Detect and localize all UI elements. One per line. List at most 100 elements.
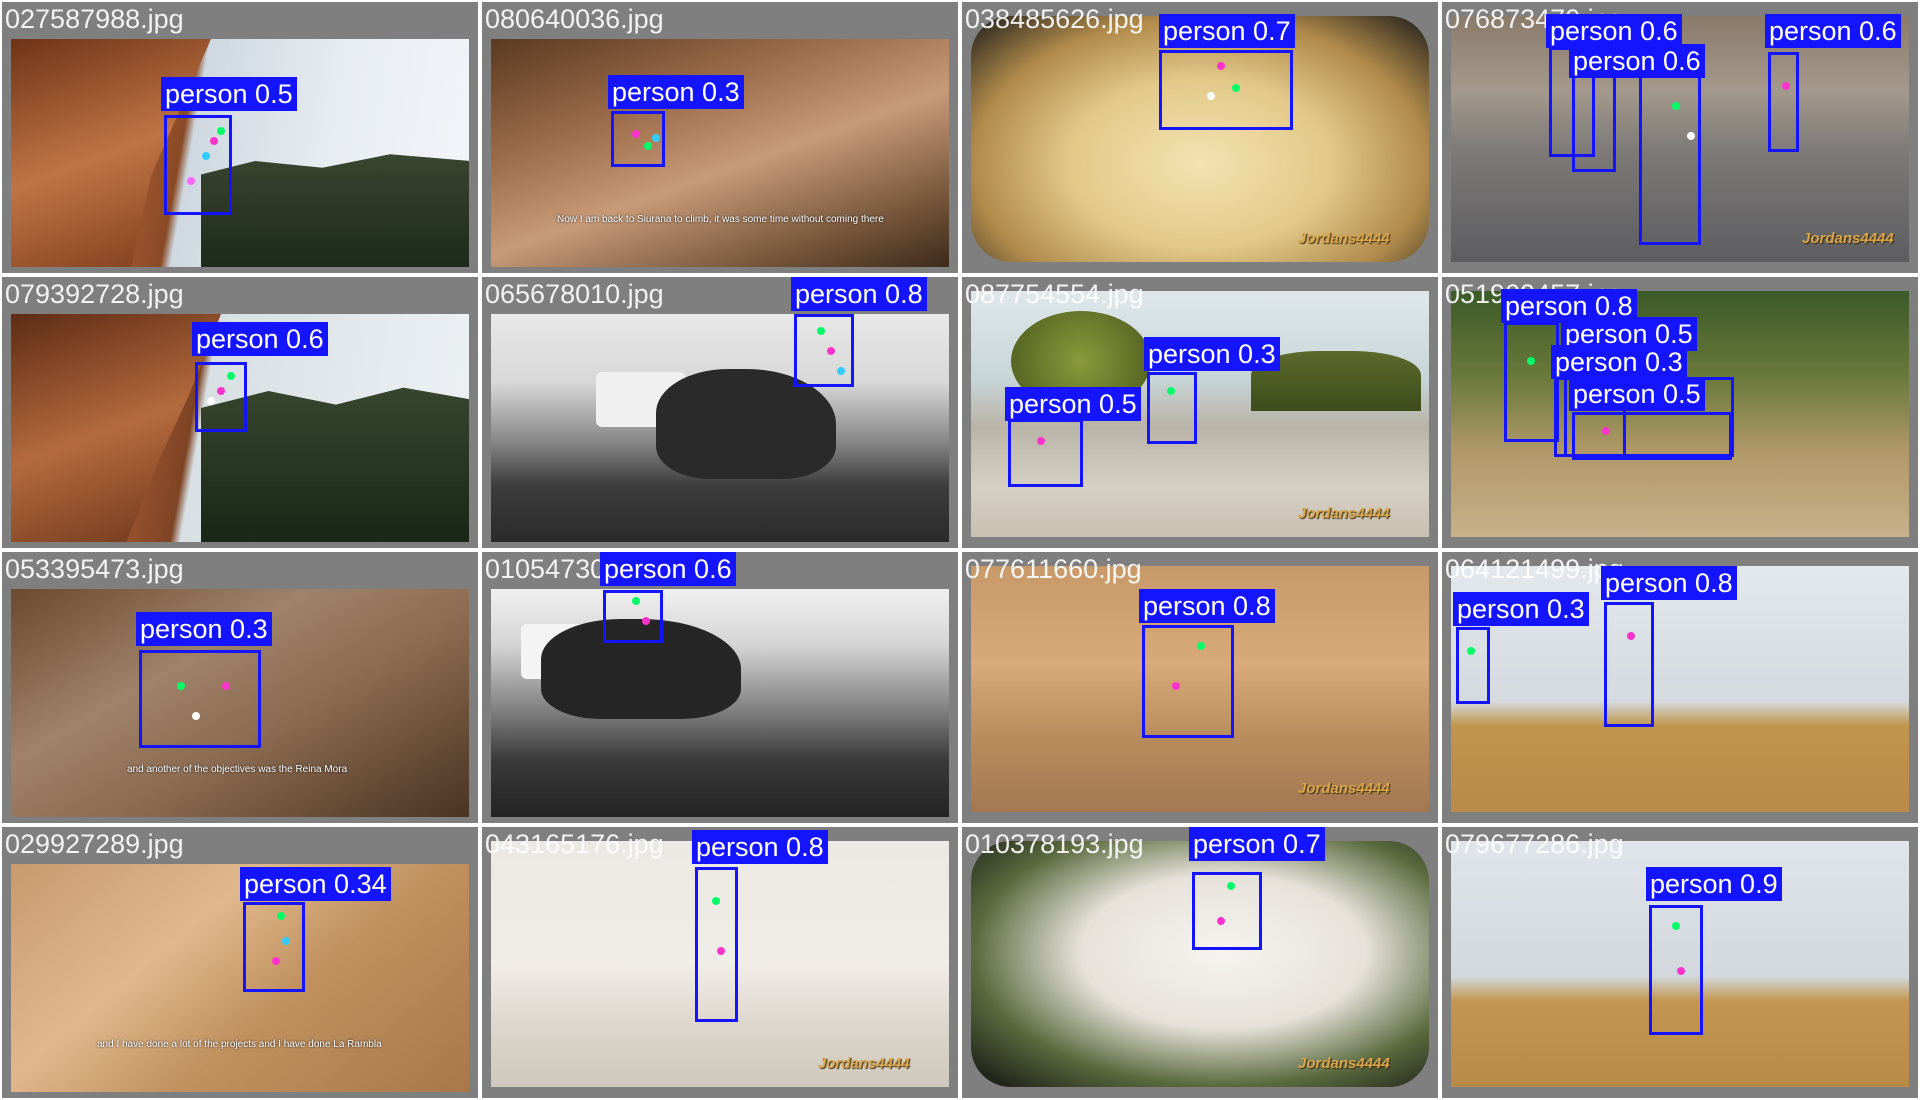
keypoint [272,957,280,965]
keypoint [632,130,640,138]
keypoint [187,177,195,185]
keypoint [222,682,230,690]
detection-label: person 0.6 [1546,14,1682,48]
keypoint [210,137,218,145]
keypoint [217,127,225,135]
keypoint [1207,92,1215,100]
keypoint [1167,387,1175,395]
filename: 064121499.jpg [1445,554,1624,584]
image-tile: 043165176.jpg person 0.8 Jordans4444 [482,827,958,1098]
image-tile: 051909457.jpg person 0.8 person 0.5 pers… [1442,277,1918,548]
detection-label: person 0.6 [1569,44,1705,78]
watermark: Jordans4444 [818,1055,910,1072]
keypoint [817,327,825,335]
detection-label: person 0.3 [1453,592,1589,626]
bounding-box [1504,322,1559,442]
keypoint [644,142,652,150]
image-tile: 079392728.jpg person 0.6 [2,277,478,548]
bounding-box [1142,625,1234,738]
detection-label: person 0.34 [240,867,391,901]
filename: 038485626.jpg [965,4,1144,34]
filename: 029927289.jpg [5,829,184,859]
keypoint [712,897,720,905]
keypoint [202,152,210,160]
photo [491,39,949,267]
detection-label: person 0.8 [692,830,828,864]
keypoint [207,397,215,405]
detection-label: person 0.5 [161,77,297,111]
detection-label: person 0.9 [1646,867,1782,901]
keypoint [827,347,835,355]
keypoint [1037,437,1045,445]
image-tile: 065678010.jpg person 0.8 [482,277,958,548]
keypoint [652,134,660,142]
detection-label: person 0.5 [1569,377,1705,411]
keypoint [1602,427,1610,435]
image-tile: 053395473.jpg person 0.3 and another of … [2,552,478,823]
image-tile: 064121499.jpg person 0.3 person 0.8 [1442,552,1918,823]
watermark: Jordans4444 [1298,505,1390,522]
filename: 079392728.jpg [5,279,184,309]
detection-label: person 0.6 [600,552,736,586]
image-tile: 029927289.jpg person 0.34 and I have don… [2,827,478,1098]
detection-label: person 0.8 [1139,589,1275,623]
bounding-box [195,362,247,432]
keypoint [192,712,200,720]
bounding-box [1639,72,1701,245]
subtitle-caption: and another of the objectives was the Re… [127,764,348,775]
keypoint [1672,922,1680,930]
photo [491,589,949,817]
image-tile: 027587988.jpg person 0.5 [2,2,478,273]
image-tile: 079677286.jpg person 0.9 [1442,827,1918,1098]
watermark: Jordans4444 [1298,1055,1390,1072]
detection-label: person 0.3 [1144,337,1280,371]
keypoint [1677,967,1685,975]
keypoint [1197,642,1205,650]
bounding-box [1456,627,1490,704]
bounding-box [1572,72,1616,172]
detection-label: person 0.6 [1765,14,1901,48]
image-tile: 038485626.jpg person 0.7 Jordans4444 [962,2,1438,273]
keypoint [1672,102,1680,110]
keypoint [837,367,845,375]
bounding-box [1008,419,1083,487]
filename: 043165176.jpg [485,829,664,859]
watermark: Jordans4444 [1298,230,1390,247]
keypoint [1217,917,1225,925]
keypoint [1227,882,1235,890]
bounding-box [1572,412,1732,460]
keypoint [1172,682,1180,690]
keypoint [1627,632,1635,640]
filename: 053395473.jpg [5,554,184,584]
bounding-box [1604,602,1654,727]
bounding-box [1147,372,1197,444]
filename: 065678010.jpg [485,279,664,309]
keypoint [282,937,290,945]
image-tile: 077611660.jpg person 0.8 Jordans4444 [962,552,1438,823]
bounding-box [139,650,261,748]
bounding-box [1159,50,1293,130]
detection-label: person 0.5 [1005,387,1141,421]
subtitle-caption: Now I am back to Siurana to climb, it wa… [557,214,884,225]
bounding-box [794,314,854,387]
keypoint [1217,62,1225,70]
detection-label: person 0.6 [192,322,328,356]
keypoint [632,597,640,605]
detection-label: person 0.7 [1189,827,1325,861]
filename: 077611660.jpg [965,554,1142,584]
mosaic-grid: 027587988.jpg person 0.5 080640036.jpg p… [0,0,1920,1100]
watermark: Jordans4444 [1802,230,1894,247]
filename: 087754554.jpg [965,279,1144,309]
filename: 080640036.jpg [485,4,664,34]
keypoint [1467,647,1475,655]
keypoint [1232,84,1240,92]
detection-label: person 0.3 [1551,345,1687,379]
photo [491,314,949,542]
bounding-box [1768,52,1799,152]
bounding-box [243,902,305,992]
filename: 010378193.jpg [965,829,1144,859]
keypoint [217,387,225,395]
keypoint [1782,82,1790,90]
watermark: Jordans4444 [1298,780,1390,797]
keypoint [227,372,235,380]
